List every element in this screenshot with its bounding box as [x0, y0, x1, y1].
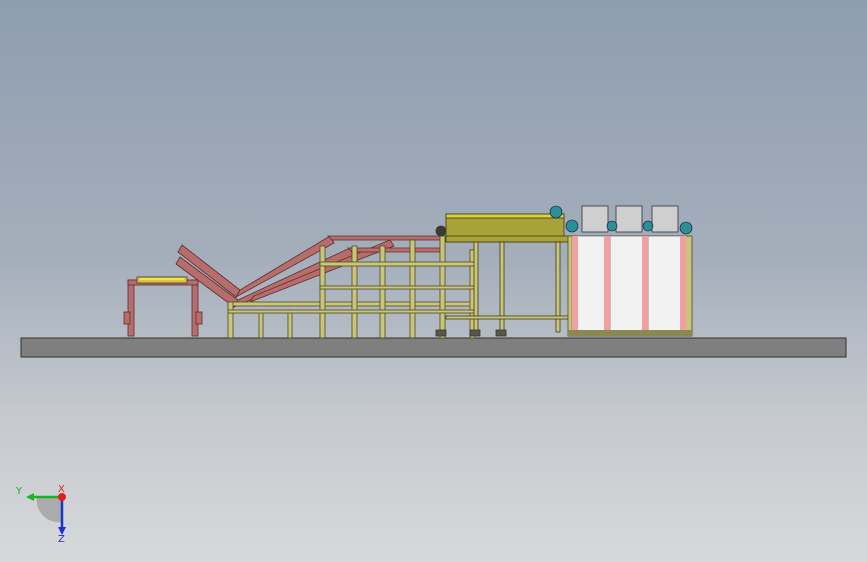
bagging-units	[549, 205, 693, 337]
triad-x-label: X	[58, 484, 65, 495]
feeder-stand	[123, 276, 203, 337]
assembly-drawing: Y X Z	[15, 205, 847, 545]
inclined-chutes	[175, 235, 441, 308]
floor-slab	[20, 337, 847, 358]
orientation-triad: Y X Z	[15, 484, 66, 545]
conveyor-deck	[435, 213, 577, 337]
triad-z-label: Z	[58, 534, 65, 545]
cad-viewport[interactable]: Y X Z	[0, 0, 867, 562]
triad-y-label: Y	[15, 486, 23, 497]
